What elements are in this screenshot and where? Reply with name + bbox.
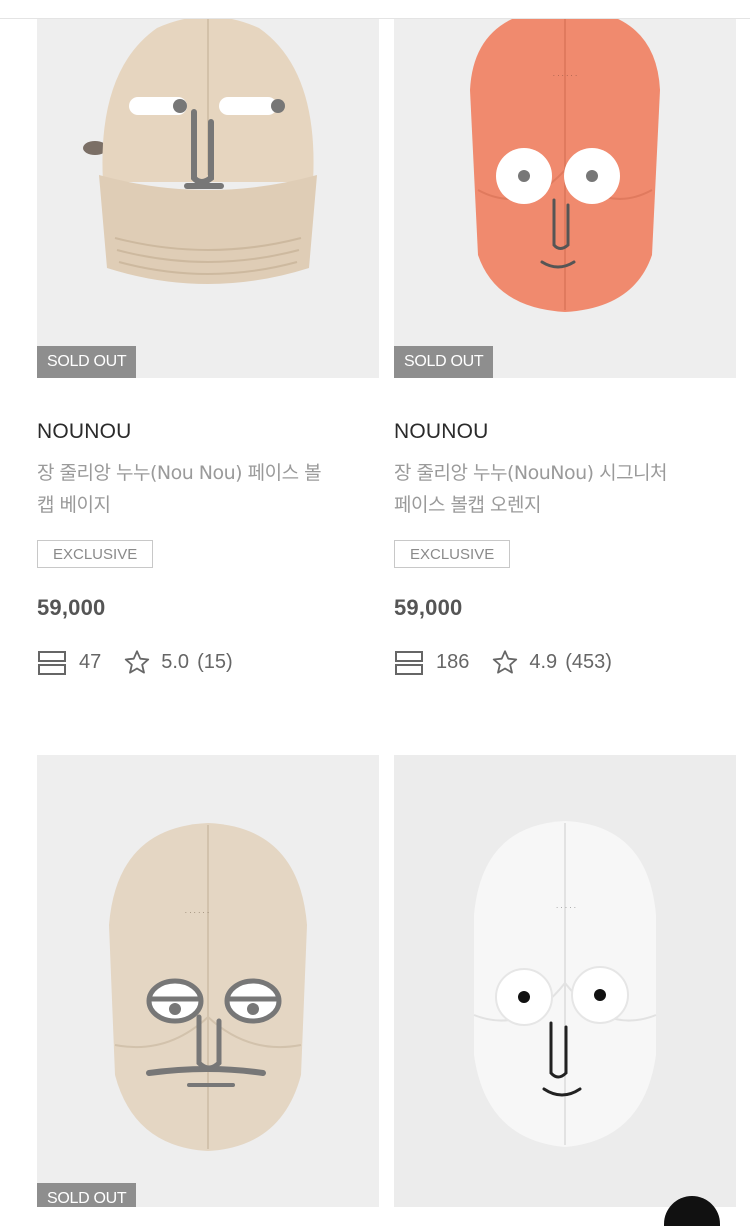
list-icon bbox=[395, 650, 423, 675]
product-title-line2: 페이스 볼캡 오렌지 bbox=[394, 494, 541, 516]
product-card[interactable]: SOLD OUT NOUNOU 장 줄리앙 누누(Nou Nou) 페이스 볼 … bbox=[37, 0, 379, 700]
svg-text:· · · · ·: · · · · · bbox=[556, 904, 576, 912]
product-brand[interactable]: NOUNOU bbox=[37, 420, 132, 444]
top-bar bbox=[0, 0, 750, 19]
product-title-line1: 장 줄리앙 누누(NouNou) 시그니처 bbox=[394, 462, 668, 484]
product-image[interactable]: SOLD OUT bbox=[37, 0, 379, 378]
review-count: (453) bbox=[565, 651, 612, 673]
svg-text:· · · · · ·: · · · · · · bbox=[185, 909, 209, 917]
product-card[interactable]: · · · · · · SOLD OUT NOUNOU 장 줄리앙 누누(Nou… bbox=[394, 0, 736, 700]
product-brand[interactable]: NOUNOU bbox=[394, 420, 489, 444]
svg-text:· · · · · ·: · · · · · · bbox=[553, 72, 577, 80]
exclusive-badge: EXCLUSIVE bbox=[37, 540, 154, 568]
cap-brim bbox=[99, 175, 317, 284]
sold-out-badge: SOLD OUT bbox=[394, 346, 494, 378]
sold-out-badge: SOLD OUT bbox=[37, 1183, 137, 1207]
rating-value: 5.0 bbox=[161, 651, 190, 673]
star-outline-icon bbox=[125, 650, 150, 674]
rating-value: 4.9 bbox=[529, 651, 558, 673]
product-card[interactable]: · · · · · · SOLD OUT bbox=[37, 755, 379, 1207]
product-image[interactable]: · · · · · · SOLD OUT bbox=[37, 755, 379, 1207]
product-card[interactable]: · · · · · bbox=[394, 755, 736, 1207]
review-count: (15) bbox=[197, 651, 233, 673]
exclusive-badge: EXCLUSIVE bbox=[394, 540, 511, 568]
list-icon bbox=[38, 650, 66, 675]
product-price: 59,000 bbox=[37, 595, 106, 620]
product-image[interactable]: · · · · · · SOLD OUT bbox=[394, 0, 736, 378]
product-title[interactable]: 장 줄리앙 누누(Nou Nou) 페이스 볼 캡 베이지 bbox=[37, 457, 357, 521]
product-price: 59,000 bbox=[394, 595, 463, 620]
product-title-line1: 장 줄리앙 누누(Nou Nou) 페이스 볼 bbox=[37, 462, 322, 484]
product-meta: 47 5.0 (15) bbox=[37, 649, 233, 676]
stock-count: 47 bbox=[79, 651, 102, 673]
sold-out-badge: SOLD OUT bbox=[37, 346, 137, 378]
product-meta: 186 4.9 (453) bbox=[394, 649, 612, 676]
stock-count: 186 bbox=[436, 651, 470, 673]
product-title-line2: 캡 베이지 bbox=[37, 494, 111, 516]
product-title[interactable]: 장 줄리앙 누누(NouNou) 시그니처 페이스 볼캡 오렌지 bbox=[394, 457, 714, 521]
product-image[interactable]: · · · · · bbox=[394, 755, 736, 1207]
star-outline-icon bbox=[493, 650, 518, 674]
